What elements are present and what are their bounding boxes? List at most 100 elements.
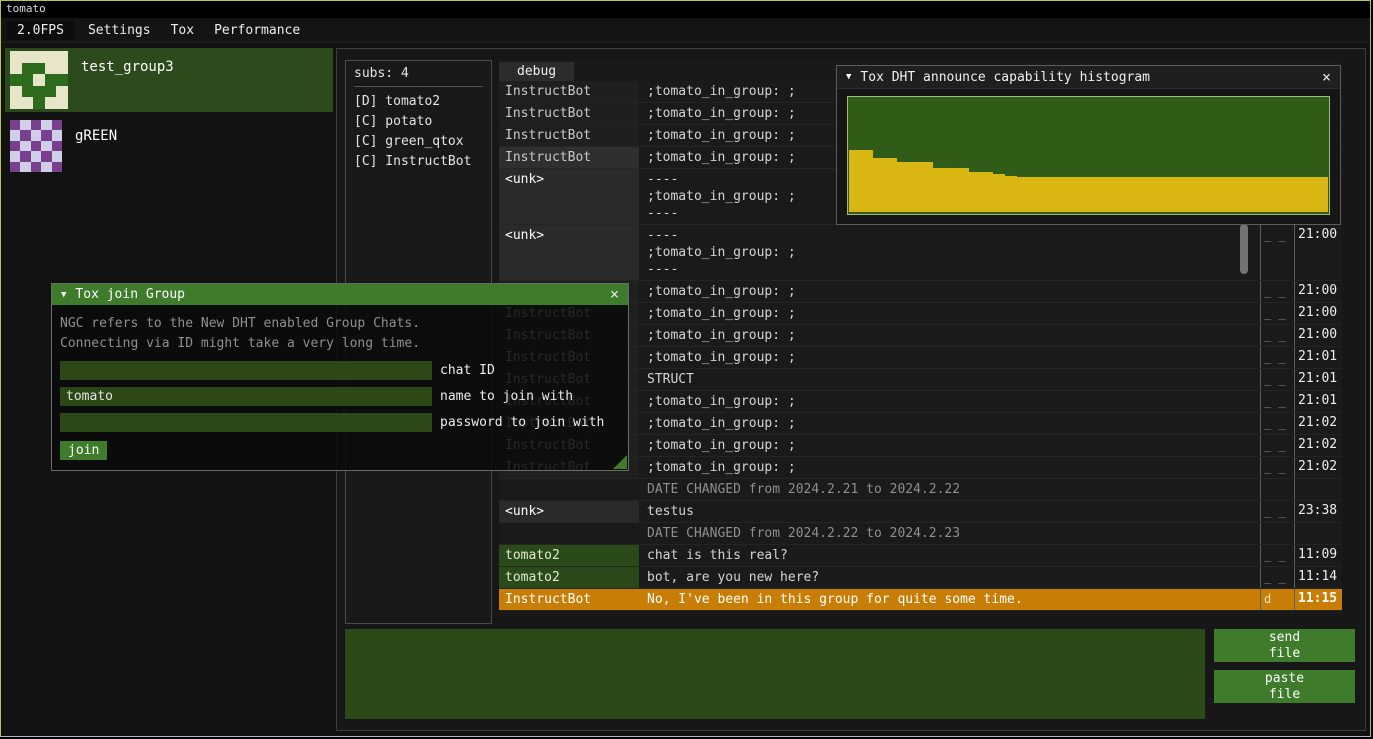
histogram-bar (1100, 177, 1112, 212)
member-green_qtox[interactable]: [C] green_qtox (354, 132, 483, 152)
message-text: ;tomato_in_group: ; (639, 325, 1260, 346)
join-info-line-2: Connecting via ID might take a very long… (60, 334, 620, 354)
close-icon[interactable]: × (610, 287, 619, 302)
histogram-bar (1184, 177, 1196, 212)
histogram-bar (1316, 177, 1328, 212)
histogram-bar (1112, 177, 1124, 212)
join-window-titlebar[interactable]: ▼ Tox join Group × (52, 284, 628, 305)
sidebar-group-test_group3[interactable]: test_group3 (5, 48, 333, 112)
sidebar-group-gREEN[interactable]: gREEN (5, 117, 333, 175)
join-window-title: Tox join Group (75, 287, 185, 302)
join-name-input[interactable]: tomato (60, 387, 432, 406)
histogram-bar (1041, 177, 1053, 212)
message-time: 23:38 (1294, 501, 1342, 522)
message-time: 21:02 (1294, 435, 1342, 456)
group-name: gREEN (75, 120, 117, 144)
fps-counter: 2.0FPS (7, 21, 74, 40)
join-password-input[interactable] (60, 413, 432, 432)
histogram-bar (945, 168, 957, 212)
window-titlebar: tomato (1, 1, 1370, 18)
message-row[interactable]: tomato2bot, are you new here?_ _11:14 (499, 567, 1342, 589)
message-text: ;tomato_in_group: ; (639, 457, 1260, 478)
member-tomato2[interactable]: [D] tomato2 (354, 92, 483, 112)
menu-tox[interactable]: Tox (161, 21, 204, 40)
message-row[interactable]: InstructBotNo, I've been in this group f… (499, 589, 1342, 611)
paste-file-button[interactable]: paste file (1214, 670, 1355, 703)
message-text: ;tomato_in_group: ; (639, 413, 1260, 434)
member-potato[interactable]: [C] potato (354, 112, 483, 132)
histogram-bar (1292, 177, 1304, 212)
message-time: 21:01 (1294, 369, 1342, 390)
chat-id-row: chat ID (60, 361, 620, 380)
menu-performance[interactable]: Performance (204, 21, 310, 40)
collapse-icon[interactable]: ▼ (61, 290, 66, 300)
histogram-bar (1136, 177, 1148, 212)
group-avatar (10, 51, 68, 109)
message-text: ;tomato_in_group: ; (639, 347, 1260, 368)
message-flags (1260, 523, 1294, 544)
histogram-bar (1017, 177, 1029, 212)
member-InstructBot[interactable]: [C] InstructBot (354, 152, 483, 172)
message-input[interactable] (345, 629, 1205, 719)
message-author: InstructBot (499, 81, 639, 102)
join-button[interactable]: join (60, 441, 107, 460)
histogram-bar (1076, 177, 1088, 212)
message-author: tomato2 (499, 545, 639, 566)
message-text: testus (639, 501, 1260, 522)
histogram-plot (847, 96, 1330, 215)
message-text: bot, are you new here? (639, 567, 1260, 588)
send-file-button[interactable]: send file (1214, 629, 1355, 662)
histogram-bar (885, 158, 897, 212)
message-time: 11:14 (1294, 567, 1342, 588)
message-text: ;tomato_in_group: ; (639, 281, 1260, 302)
message-flags (1260, 479, 1294, 500)
message-time: 21:00 (1294, 225, 1342, 280)
chat-id-input[interactable] (60, 361, 432, 380)
menu-items: SettingsToxPerformance (78, 23, 310, 38)
histogram-bar (969, 172, 981, 212)
message-time (1294, 479, 1342, 500)
histogram-bar (1064, 177, 1076, 212)
chat-scrollbar-thumb[interactable] (1240, 224, 1248, 274)
message-row[interactable]: tomato2chat is this real?_ _11:09 (499, 545, 1342, 567)
close-icon[interactable]: × (1322, 70, 1331, 85)
histogram-bar (849, 150, 861, 212)
histogram-bar (933, 168, 945, 212)
histogram-bar (1280, 177, 1292, 212)
histogram-bar (1124, 177, 1136, 212)
menu-settings[interactable]: Settings (78, 21, 161, 40)
histogram-bar (861, 150, 873, 212)
histogram-bar (873, 158, 885, 212)
message-author: InstructBot (499, 147, 639, 168)
window-title: tomato (6, 2, 46, 15)
join-password-row: password to join with (60, 413, 620, 432)
chat-id-label: chat ID (440, 363, 495, 378)
message-row[interactable]: DATE CHANGED from 2024.2.21 to 2024.2.22 (499, 479, 1342, 501)
tab-debug[interactable]: debug (499, 62, 574, 83)
histogram-window: ▼ Tox DHT announce capability histogram … (836, 65, 1341, 225)
message-time: 11:09 (1294, 545, 1342, 566)
collapse-icon[interactable]: ▼ (846, 72, 851, 82)
histogram-titlebar[interactable]: ▼ Tox DHT announce capability histogram … (837, 66, 1340, 89)
histogram-bar (1172, 177, 1184, 212)
message-flags: _ _ (1260, 501, 1294, 522)
message-text: ;tomato_in_group: ; (639, 391, 1260, 412)
message-time (1294, 523, 1342, 544)
message-flags: _ _ (1260, 567, 1294, 588)
message-flags: _ _ (1260, 545, 1294, 566)
histogram-bar (1208, 177, 1220, 212)
message-author: <unk> (499, 169, 639, 224)
group-avatar (10, 120, 62, 172)
message-row[interactable]: <unk>testus_ _23:38 (499, 501, 1342, 523)
message-time: 21:00 (1294, 325, 1342, 346)
message-author (499, 523, 639, 544)
message-flags: _ _ (1260, 369, 1294, 390)
histogram-bar (1220, 177, 1232, 212)
message-text: ----;tomato_in_group: ;---- (639, 225, 1260, 280)
resize-grip[interactable] (613, 455, 627, 469)
histogram-bar (957, 168, 969, 212)
message-row[interactable]: DATE CHANGED from 2024.2.22 to 2024.2.23 (499, 523, 1342, 545)
message-row[interactable]: <unk>----;tomato_in_group: ;----_ _21:00 (499, 225, 1342, 281)
message-text: DATE CHANGED from 2024.2.21 to 2024.2.22 (639, 479, 1260, 500)
message-time: 21:00 (1294, 281, 1342, 302)
